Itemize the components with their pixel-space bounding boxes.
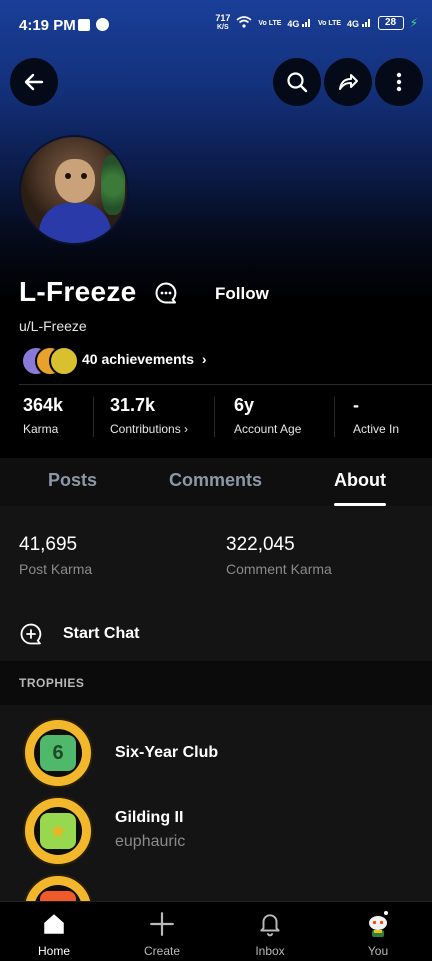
comment-karma: 322,045 Comment Karma [226, 534, 332, 577]
bell-icon [260, 914, 280, 937]
tab-about[interactable]: About [334, 470, 386, 491]
search-icon [287, 72, 308, 93]
battery-indicator: 28 [377, 16, 404, 30]
stat-divider [214, 397, 215, 437]
tab-comments[interactable]: Comments [169, 470, 262, 491]
search-button[interactable] [273, 58, 321, 106]
stat-divider [334, 397, 335, 437]
wifi-icon [236, 16, 252, 30]
nav-you[interactable]: You [338, 902, 418, 961]
arrow-left-icon [24, 73, 44, 91]
home-icon [44, 914, 64, 934]
chevron-right-icon: › [197, 351, 207, 367]
plus-icon [150, 912, 174, 936]
profile-avatar[interactable] [19, 135, 129, 245]
stat-karma: 364k Karma [23, 395, 64, 436]
divider [19, 384, 432, 385]
tab-posts[interactable]: Posts [48, 470, 97, 491]
bottom-navigation: Home Create Inbox You [0, 901, 432, 961]
status-time: 4:19 PM [19, 17, 76, 34]
nav-inbox[interactable]: Inbox [230, 902, 310, 961]
status-bar: 4:19 PM 717 K/S Vo LTE 4G Vo LTE 4G 28 ⚡ [0, 0, 432, 52]
sim2-indicator: Vo LTE [317, 19, 342, 27]
more-vertical-icon [396, 72, 402, 92]
trophy-gilding-icon: ★ [23, 796, 93, 866]
post-karma: 41,695 Post Karma [19, 534, 93, 577]
messenger-icon [96, 18, 109, 31]
profile-handle: u/L-Freeze [19, 318, 87, 334]
achievement-badges[interactable] [21, 346, 79, 376]
sim1-indicator: Vo LTE [258, 19, 282, 27]
follow-button[interactable]: Follow [215, 284, 269, 304]
trophy-name: Gilding II [115, 809, 184, 826]
chat-bubble-icon [155, 282, 177, 304]
profile-tabs: Posts Comments About [0, 458, 432, 506]
charging-icon: ⚡ [409, 15, 418, 30]
trophy-subtitle: euphauric [115, 833, 186, 850]
nav-create[interactable]: Create [122, 902, 202, 961]
avatar-icon [369, 911, 388, 937]
trophy-name: Six-Year Club [115, 744, 219, 761]
stat-active-in: - Active In [353, 395, 400, 436]
trophy-six-year-club-icon: 6 [23, 718, 93, 788]
achievements-link[interactable]: 40 achievements › [82, 351, 207, 367]
nav-home[interactable]: Home [14, 902, 94, 961]
stat-contributions[interactable]: 31.7k Contributions › [110, 395, 188, 436]
profile-stats: 364k Karma 31.7k Contributions › 6y Acco… [0, 395, 432, 445]
chat-button[interactable] [154, 281, 178, 310]
stat-account-age: 6y Account Age [234, 395, 302, 436]
chevron-right-icon: › [180, 422, 189, 436]
net-speed: 717 K/S [215, 13, 231, 32]
trophies-header: TROPHIES [0, 661, 432, 705]
chat-add-icon [20, 623, 42, 645]
share-button[interactable] [324, 58, 372, 106]
profile-display-name: L-Freeze [19, 276, 137, 307]
about-panel: 41,695 Post Karma 322,045 Comment Karma … [0, 506, 432, 944]
sim2-signal: 4G [347, 17, 372, 29]
stat-divider [93, 397, 94, 437]
share-icon [339, 74, 358, 90]
start-chat-button[interactable]: Start Chat [19, 622, 139, 646]
back-button[interactable] [10, 58, 58, 106]
notification-square-icon [78, 18, 90, 31]
more-options-button[interactable] [375, 58, 423, 106]
sim1-signal: 4G [287, 17, 312, 29]
achievement-badge-icon [49, 346, 79, 376]
